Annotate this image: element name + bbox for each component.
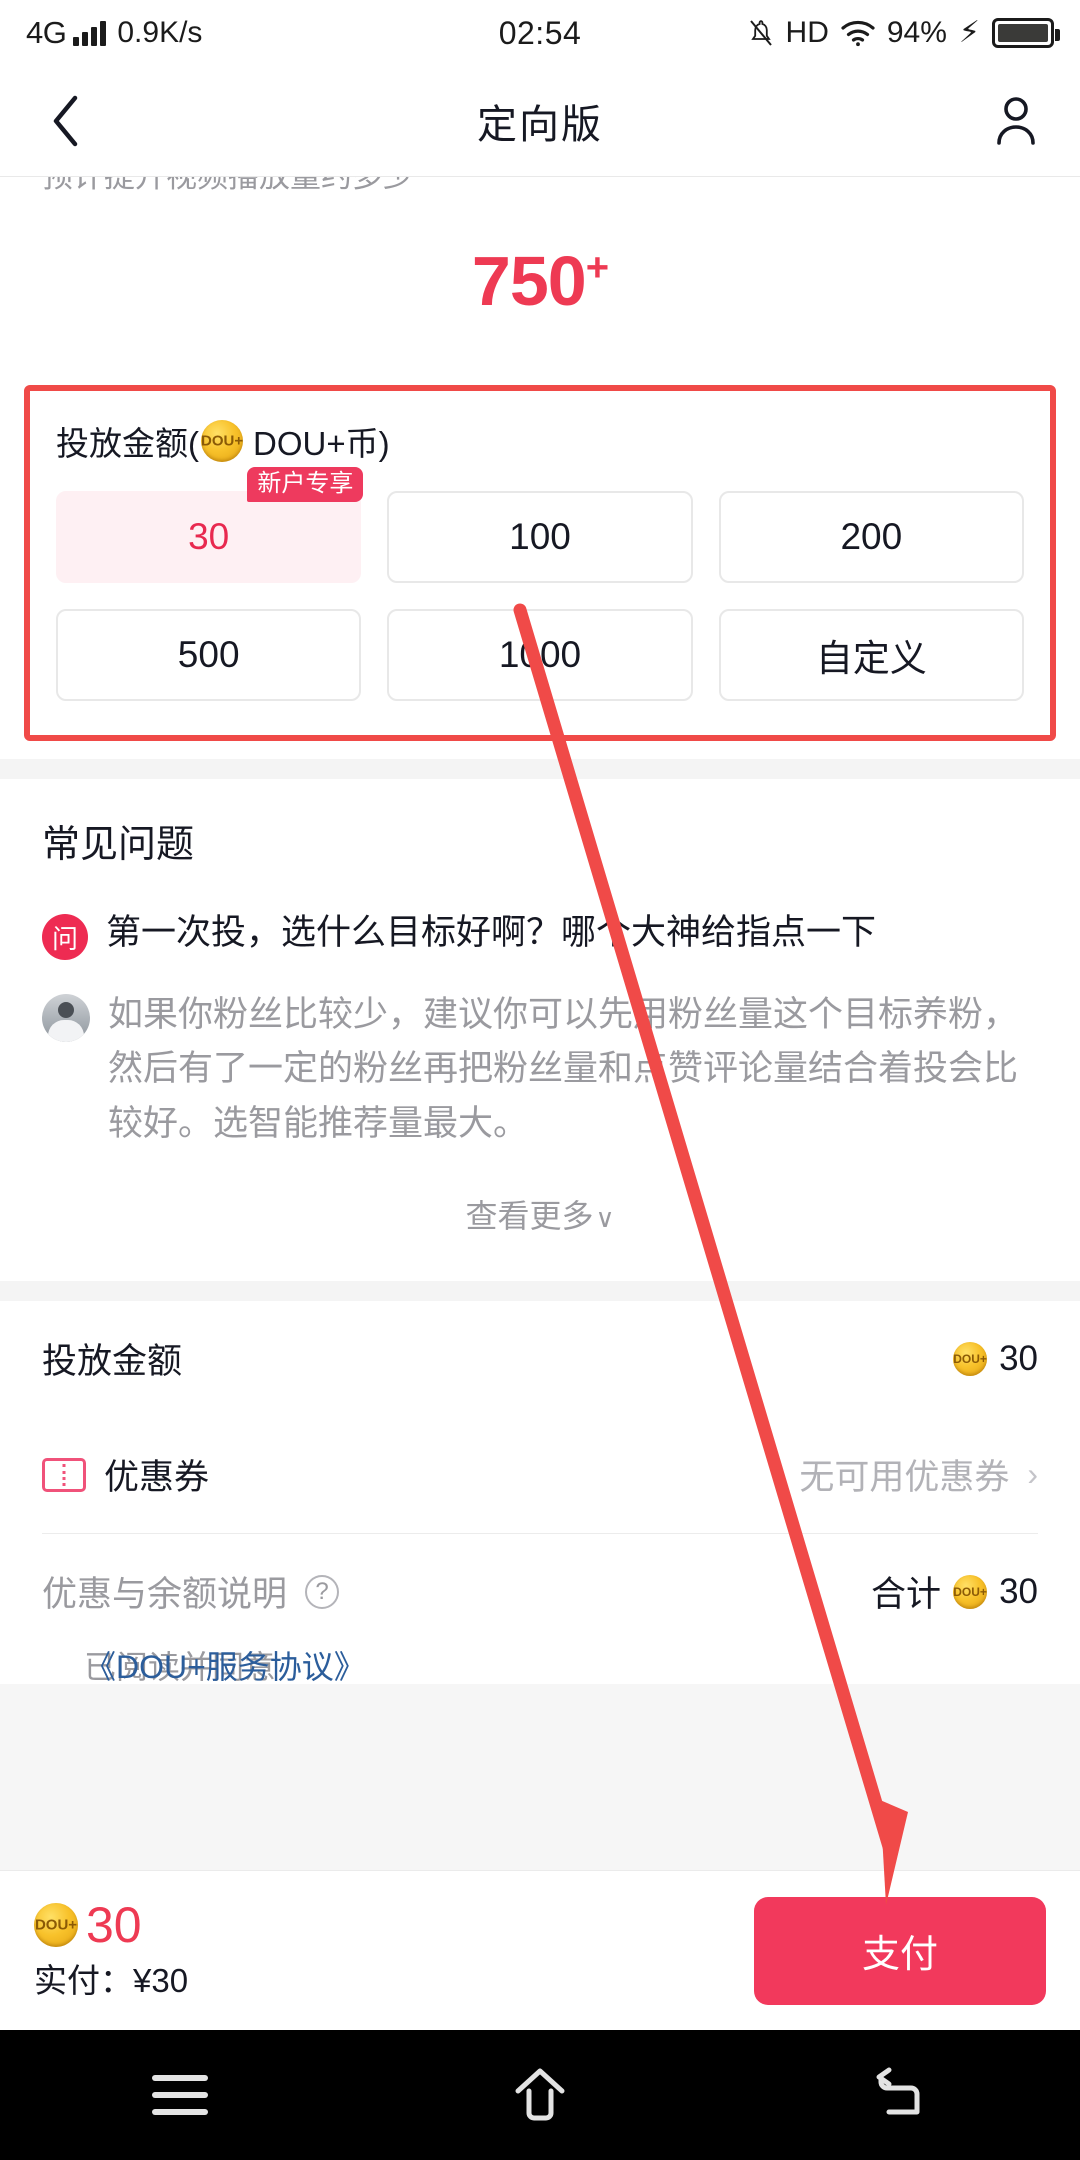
back-button-nav[interactable]	[840, 2060, 960, 2130]
dou-coin-icon: DOU+	[34, 1902, 78, 1947]
summary-coupon-row[interactable]: 优惠券 无可用优惠券 ›	[42, 1417, 1038, 1533]
page-title: 定向版	[477, 103, 603, 147]
amount-title-prefix: 投放金额(	[56, 425, 199, 462]
home-icon	[515, 2068, 565, 2121]
amount-option-500[interactable]: 500	[56, 609, 362, 701]
summary-coupon-label-group: 优惠券	[42, 1449, 209, 1500]
estimate-number: 750+	[471, 242, 609, 320]
home-button[interactable]	[480, 2060, 600, 2130]
payment-coin-amount: DOU+ 30	[34, 1900, 188, 1950]
summary-total-label: 合计	[871, 1575, 942, 1615]
agreement-link[interactable]: 《DOU+服务协议》	[84, 1650, 366, 1684]
faq-question-row[interactable]: 问 第一次投，选什么目标好啊？哪个大神给指点一下	[42, 910, 1038, 960]
estimate-plus-suffix: +	[585, 245, 609, 290]
summary-amount-row: 投放金额 DOU+ 30	[42, 1301, 1038, 1417]
estimate-value-block: 750+	[0, 211, 1080, 385]
lightning-bolt-icon: ⚡	[958, 16, 980, 49]
clipped-estimate-caption: 预计提升视频播放量约多少	[0, 177, 1080, 211]
status-bar: 4G 0.9K/s 02:54 HD 94% ⚡	[0, 0, 1080, 66]
faq-heading: 常见问题	[42, 824, 195, 866]
amount-card: 投放金额( DOU+ DOU+币) 新户专享 30 100 200 500 10…	[24, 385, 1056, 741]
android-navigation-bar	[0, 2030, 1080, 2160]
network-type-label: 4G	[26, 15, 67, 50]
summary-amount-value: DOU+ 30	[953, 1339, 1038, 1379]
faq-question-text: 第一次投，选什么目标好啊？哪个大神给指点一下	[106, 913, 877, 952]
signal-bars-icon	[73, 20, 107, 46]
scrollable-content[interactable]: 预计提升视频播放量约多少 750+ 投放金额( DOU+ DOU+币) 新户专享…	[0, 177, 1080, 1870]
summary-amount-number: 30	[999, 1338, 1038, 1378]
amount-option-200[interactable]: 200	[718, 491, 1024, 583]
back-arrow-icon	[876, 2067, 920, 2115]
menu-icon	[152, 2075, 208, 2115]
question-badge-icon: 问	[42, 914, 88, 960]
amount-section-highlight: 投放金额( DOU+ DOU+币) 新户专享 30 100 200 500 10…	[0, 385, 1080, 759]
summary-coupon-value: 无可用优惠券	[799, 1458, 1010, 1498]
battery-icon	[992, 18, 1060, 48]
status-bar-right: HD 94% ⚡	[748, 16, 1060, 50]
dou-coin-icon: DOU+	[953, 1574, 988, 1609]
amount-options-grid: 新户专享 30 100 200 500 1000 自定义	[56, 467, 1024, 701]
section-divider-2	[0, 1280, 1080, 1301]
chevron-down-icon: ∨	[595, 1202, 615, 1233]
amount-title-suffix: DOU+币)	[253, 425, 390, 462]
balance-note-group[interactable]: 优惠与余额说明 ?	[42, 1566, 340, 1617]
network-speed-label: 0.9K/s	[117, 16, 203, 49]
pay-button[interactable]: 支付	[754, 1896, 1046, 2005]
amount-option-label: 100	[509, 516, 571, 557]
amount-option-label: 自定义	[815, 638, 927, 679]
payment-coin-number: 30	[86, 1896, 142, 1953]
app-header: 定向版	[0, 66, 1080, 177]
amount-option-label: 500	[177, 634, 240, 675]
ticket-icon	[42, 1457, 86, 1492]
amount-card-title: 投放金额( DOU+ DOU+币)	[56, 417, 1024, 465]
recents-button[interactable]	[120, 2060, 240, 2130]
amount-option-30[interactable]: 新户专享 30	[56, 467, 364, 583]
faq-section: 常见问题 问 第一次投，选什么目标好啊？哪个大神给指点一下 如果你粉丝比较少，建…	[0, 779, 1080, 1281]
summary-total-value-group: 合计 DOU+ 30	[871, 1566, 1038, 1617]
view-more-label: 查看更多	[465, 1197, 594, 1234]
new-user-badge: 新户专享	[247, 467, 364, 502]
payment-bar: DOU+ 30 实付：¥30 支付	[0, 1870, 1080, 2030]
avatar	[42, 994, 90, 1042]
status-bar-left: 4G 0.9K/s	[26, 15, 202, 51]
question-mark-icon[interactable]: ?	[305, 1574, 340, 1609]
payment-summary: DOU+ 30 实付：¥30	[34, 1900, 188, 2002]
bell-muted-icon	[748, 18, 774, 48]
amount-option-label: 1000	[498, 634, 582, 675]
phone-screen: 4G 0.9K/s 02:54 HD 94% ⚡ 定向版 750+ 投放金额(…	[0, 0, 1080, 2160]
faq-answer-row: 如果你粉丝比较少，建议你可以先用粉丝量这个目标养粉，然后有了一定的粉丝再把粉丝量…	[42, 988, 1038, 1151]
amount-option-custom[interactable]: 自定义	[718, 609, 1024, 701]
summary-total-number: 30	[999, 1571, 1038, 1611]
agreement-row-clipped[interactable]: 已阅读并同意 《DOU+服务协议》	[0, 1649, 1080, 1684]
summary-amount-label: 投放金额	[42, 1342, 183, 1382]
amount-option-100[interactable]: 100	[387, 491, 693, 583]
wifi-icon	[841, 19, 875, 47]
dou-coin-icon: DOU+	[201, 420, 243, 462]
payment-actual-label: 实付：¥30	[34, 1961, 189, 1999]
amount-option-label: 200	[840, 516, 903, 557]
amount-option-label: 30	[188, 516, 230, 557]
summary-total-row: 优惠与余额说明 ? 合计 DOU+ 30	[42, 1534, 1038, 1650]
battery-percent-label: 94%	[886, 16, 947, 49]
balance-note-label: 优惠与余额说明	[42, 1575, 288, 1615]
view-more-button[interactable]: 查看更多∨	[42, 1151, 1038, 1281]
faq-answer-text: 如果你粉丝比较少，建议你可以先用粉丝量这个目标养粉，然后有了一定的粉丝再把粉丝量…	[108, 995, 1019, 1143]
section-divider	[0, 759, 1080, 779]
dou-coin-icon: DOU+	[953, 1341, 988, 1376]
order-summary: 投放金额 DOU+ 30 优惠券 无可用优惠券 › 优惠与余额说明 ? 合计 D…	[0, 1300, 1080, 1650]
summary-coupon-label: 优惠券	[104, 1458, 210, 1498]
chevron-right-icon: ›	[1027, 1456, 1038, 1493]
hd-label: HD	[785, 16, 829, 49]
amount-option-1000[interactable]: 1000	[387, 609, 693, 701]
summary-coupon-value-group: 无可用优惠券 ›	[799, 1449, 1038, 1500]
